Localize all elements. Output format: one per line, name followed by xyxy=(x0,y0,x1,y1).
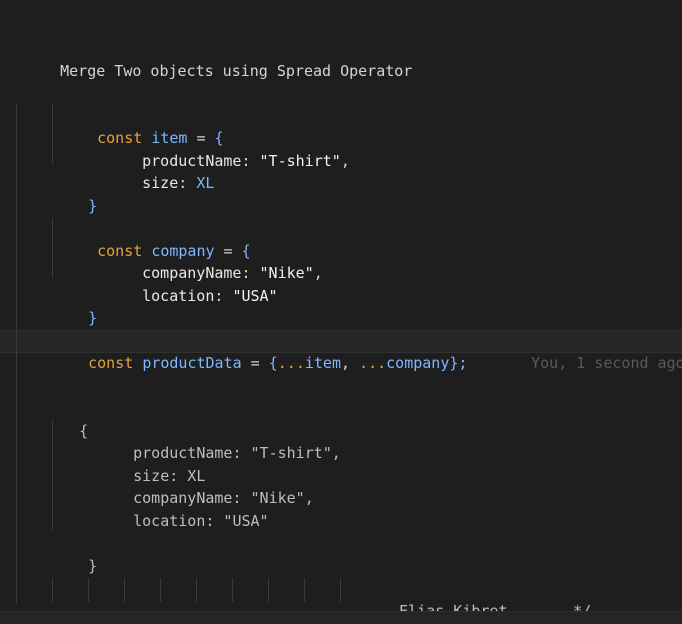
close-brace-semicolon: }; xyxy=(449,354,468,372)
output-text: location: "USA" xyxy=(133,512,269,530)
indent-guide xyxy=(124,578,125,602)
code-line-output[interactable]: size: XL xyxy=(97,443,682,485)
code-line-comment[interactable]: Merge Two objects using Spread Operator xyxy=(24,38,682,80)
spread-operator: ... xyxy=(277,354,305,372)
code-line-footer-comment-end[interactable]: */ xyxy=(537,578,682,620)
code-line-item-close[interactable]: } xyxy=(52,173,682,215)
assign-operator: = xyxy=(241,354,269,372)
close-brace: } xyxy=(88,557,98,575)
code-line-output[interactable]: location: "USA" xyxy=(97,488,682,530)
git-blame-annotation: You, 1 second ago • U xyxy=(495,330,682,372)
close-brace: } xyxy=(88,309,98,327)
code-line-output[interactable]: productName: "T-shirt", xyxy=(97,420,682,462)
close-brace: } xyxy=(88,197,98,215)
indent-guide xyxy=(88,578,89,602)
spread-operator: ... xyxy=(359,354,387,372)
code-line-output[interactable]: companyName: "Nike", xyxy=(97,465,682,507)
code-editor[interactable]: Merge Two objects using Spread Operator … xyxy=(0,0,682,624)
code-line-item-prop[interactable]: size: XL xyxy=(106,150,682,192)
blame-text: You, 1 second ago • U xyxy=(531,354,682,372)
keyword-const: const xyxy=(88,354,134,372)
identifier-product-data: productData xyxy=(142,354,242,372)
comment-text: Merge Two objects using Spread Operator xyxy=(60,62,413,80)
identifier-company-ref: company xyxy=(386,354,450,372)
indent-guide xyxy=(16,104,17,604)
indent-guide xyxy=(268,578,269,602)
indent-guide xyxy=(232,578,233,602)
indent-guide xyxy=(160,578,161,602)
code-line-output-close[interactable]: } xyxy=(52,533,682,575)
code-line-company-close[interactable]: } xyxy=(52,285,682,327)
indent-guide xyxy=(340,578,341,602)
indent-guide xyxy=(196,578,197,602)
open-brace: { xyxy=(268,354,278,372)
code-line-item-prop[interactable]: productName: "T-shirt", xyxy=(106,128,682,170)
open-brace: { xyxy=(79,422,89,440)
comma: , xyxy=(341,354,360,372)
horizontal-scrollbar[interactable] xyxy=(0,611,682,624)
indent-guide xyxy=(52,104,53,164)
indent-guide xyxy=(304,578,305,602)
code-line-company-decl[interactable]: const company = { xyxy=(61,218,682,260)
code-line-output-open[interactable]: { xyxy=(43,398,682,440)
code-line-company-prop[interactable]: location: "USA" xyxy=(106,263,682,305)
code-line-item-decl[interactable]: const item = { xyxy=(61,105,682,147)
identifier-item-ref: item xyxy=(304,354,341,372)
code-line-company-prop[interactable]: companyName: "Nike", xyxy=(106,240,682,282)
